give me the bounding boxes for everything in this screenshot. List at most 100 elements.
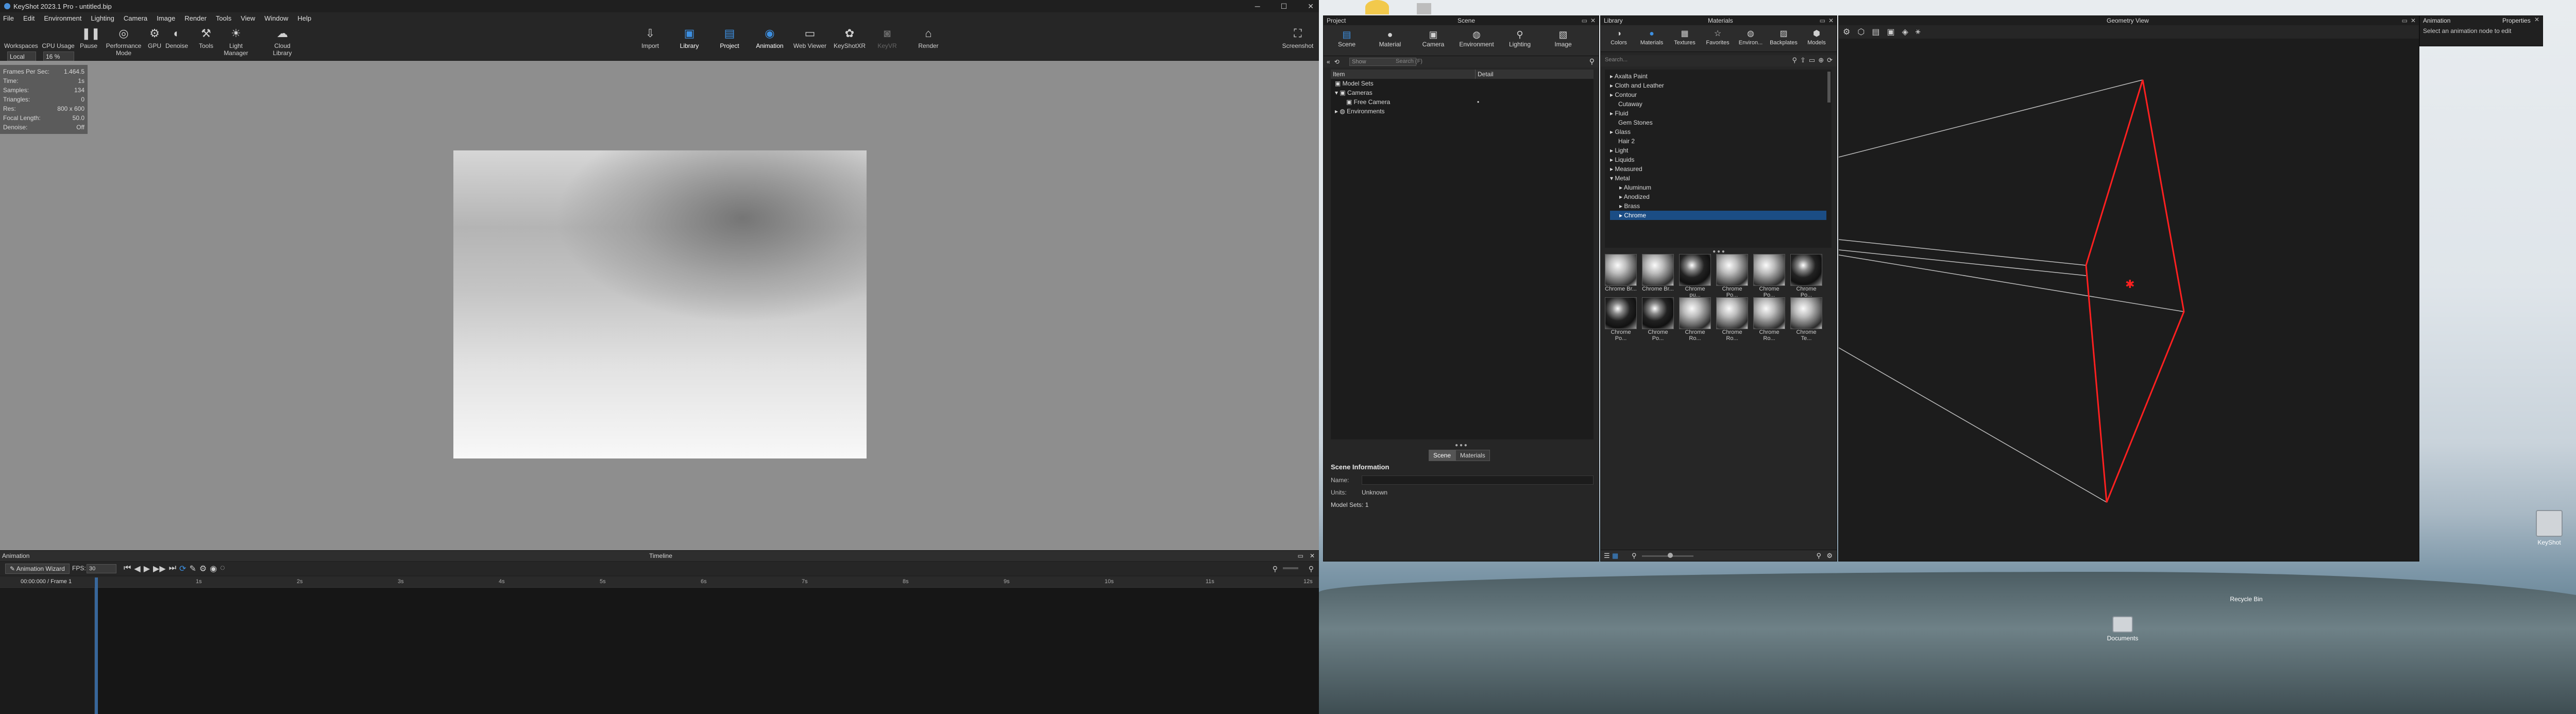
tab-colors[interactable]: ◑ Colors [1603,28,1635,46]
material-thumbnail[interactable]: Chrome Po... [1716,254,1748,298]
name-field[interactable] [1362,475,1594,485]
timeline-ruler[interactable]: 00:00:000 / Frame 1 1s 2s 3s 4s 5s 6s 7s… [0,576,1319,588]
zoom-in-icon[interactable]: ⚲ [1309,565,1314,573]
expand-icon[interactable]: ▸ [1619,193,1624,200]
menu-camera[interactable]: Camera [124,14,147,22]
camera-icon[interactable]: ▣ [1887,27,1894,37]
expand-icon[interactable]: ▸ [1610,110,1615,117]
pause-button[interactable]: ❚❚ Pause [77,27,100,49]
animation-button[interactable]: ◉ Animation [752,27,787,49]
last-frame-icon[interactable]: ⏭ [169,564,176,574]
light-manager-button[interactable]: ☀ Light Manager [221,27,251,57]
expand-icon[interactable]: ▸ [1610,165,1615,173]
tab-image[interactable]: ▧ Image [1545,28,1581,48]
render-output-image[interactable] [453,150,867,458]
settings-icon[interactable]: ⚙ [1843,27,1850,37]
play-icon[interactable]: ▶ [144,564,150,574]
refresh-icon[interactable]: ⟳ [1827,56,1833,64]
book-icon[interactable]: ▤ [1872,27,1879,37]
web-viewer-button[interactable]: ▭ Web Viewer [790,27,829,49]
folder-hair-2[interactable]: Hair 2 [1618,137,1635,146]
tools-button[interactable]: ⚒ Tools [195,27,217,49]
material-thumbnail[interactable]: Chrome Po... [1790,254,1822,298]
workspace-select[interactable]: Local [7,52,36,62]
maximize-icon[interactable]: ☐ [1281,2,1287,11]
screenshot-button[interactable]: ⛶ Screenshot [1280,27,1316,49]
close-icon[interactable]: ✕ [1308,2,1314,11]
add-folder-icon[interactable]: ⊕ [1818,56,1824,64]
cube-icon[interactable]: ⬡ [1857,27,1865,37]
refresh-icon[interactable]: ⟲ [1334,58,1340,65]
keyshotxr-button[interactable]: ✿ KeyShotXR [832,27,868,49]
grid-view-icon[interactable]: ▦ [1612,552,1618,560]
loop-icon[interactable]: ⟳ [179,564,186,574]
zoom-out-icon[interactable]: ⚲ [1273,565,1278,573]
thumbnail-size-slider-handle[interactable] [1668,553,1673,558]
settings-icon[interactable]: ⚙ [199,564,207,574]
folder-icon[interactable]: ▭ [1809,56,1815,64]
tab-environment[interactable]: ◍ Environment [1459,28,1495,48]
menu-render[interactable]: Render [184,14,207,22]
desktop-taskbar-app-icon[interactable] [1365,0,1389,14]
list-view-icon[interactable]: ☰ [1604,552,1610,560]
zoom-out-icon[interactable]: ⚲ [1632,552,1637,560]
tab-scene[interactable]: ▤ Scene [1329,28,1365,48]
material-thumbnail[interactable]: Chrome pu... [1679,254,1711,298]
expand-icon[interactable]: ▸ [1610,82,1615,89]
search-icon[interactable]: ⚲ [1816,552,1821,560]
denoise-button[interactable]: ◐ Denoise [164,27,190,49]
close-panel-icon[interactable]: ✕ [2411,16,2416,25]
undock-icon[interactable]: ▭ [1582,16,1587,25]
column-item[interactable]: Item [1331,70,1475,79]
tab-camera[interactable]: ▣ Camera [1415,28,1451,48]
toggle-scene[interactable]: Scene [1429,450,1456,461]
folder-tree-scrollbar[interactable] [1827,72,1831,103]
folder-cloth-and-leather[interactable]: ▸ Cloth and Leather [1610,81,1664,90]
column-detail[interactable]: Detail [1475,70,1594,79]
desktop-icon-keyshot[interactable]: KeyShot [2529,510,2570,546]
undock-icon[interactable]: ▭ [2402,16,2408,25]
folder-metal[interactable]: ▾ Metal [1610,174,1630,183]
upload-icon[interactable]: ⇪ [1800,56,1806,64]
tree-item-cameras[interactable]: ▾ ▣ Cameras [1335,88,1372,97]
folder-light[interactable]: ▸ Light [1610,146,1628,155]
expand-icon[interactable]: ▾ [1610,175,1615,182]
expand-icon[interactable]: ▸ [1619,212,1624,219]
folder-brass[interactable]: ▸ Brass [1619,201,1640,211]
tab-materials[interactable]: ● Materials [1636,28,1668,46]
menu-window[interactable]: Window [264,14,288,22]
undock-icon[interactable]: ▭ [1820,16,1825,25]
timeline-node-list[interactable] [0,588,95,714]
material-thumbnail[interactable]: Chrome Po... [1753,254,1785,298]
tab-backplates[interactable]: ▨ Backplates [1768,28,1800,46]
menu-file[interactable]: File [3,14,14,22]
timeline-track-area[interactable] [0,588,1319,714]
material-thumbnail[interactable]: Chrome Ro... [1753,297,1785,342]
tree-item-environments[interactable]: ▸ ◍ Environments [1335,107,1385,116]
pane-splitter[interactable]: ● ● ● [1324,443,1599,448]
geometry-camera-frustum[interactable]: ✱ [1839,39,2420,562]
tree-item-free-camera[interactable]: ▣ Free Camera [1346,97,1390,107]
cloud-library-button[interactable]: ☁ Cloud Library [267,27,298,57]
toggle-materials[interactable]: Materials [1455,450,1490,461]
expand-icon[interactable]: ▸ [1335,108,1340,115]
first-frame-icon[interactable]: ⏮ [124,564,131,574]
expand-icon[interactable]: ▾ [1335,89,1340,96]
tab-models[interactable]: ⬢ Models [1801,28,1833,46]
menu-view[interactable]: View [241,14,255,22]
expand-icon[interactable]: ▸ [1619,184,1624,191]
folder-measured[interactable]: ▸ Measured [1610,164,1642,174]
close-panel-icon[interactable]: ✕ [2534,16,2539,23]
material-thumbnail[interactable]: Chrome Po... [1605,297,1637,342]
material-thumbnail[interactable]: Chrome Ro... [1716,297,1748,342]
project-button[interactable]: ▤ Project [714,27,745,49]
folder-chrome[interactable]: ▸ Chrome [1610,211,1826,220]
gizmo-icon[interactable]: ⚹ [1916,27,1921,37]
timeline-playhead[interactable] [95,577,98,714]
camera-icon[interactable]: ◉ [210,564,217,574]
render-button[interactable]: ⌂ Render [913,27,944,49]
folder-fluid[interactable]: ▸ Fluid [1610,109,1628,118]
library-search-input[interactable]: Search... [1605,57,1628,63]
folder-cutaway[interactable]: Cutaway [1618,99,1642,109]
edit-icon[interactable]: ✎ [189,564,196,574]
